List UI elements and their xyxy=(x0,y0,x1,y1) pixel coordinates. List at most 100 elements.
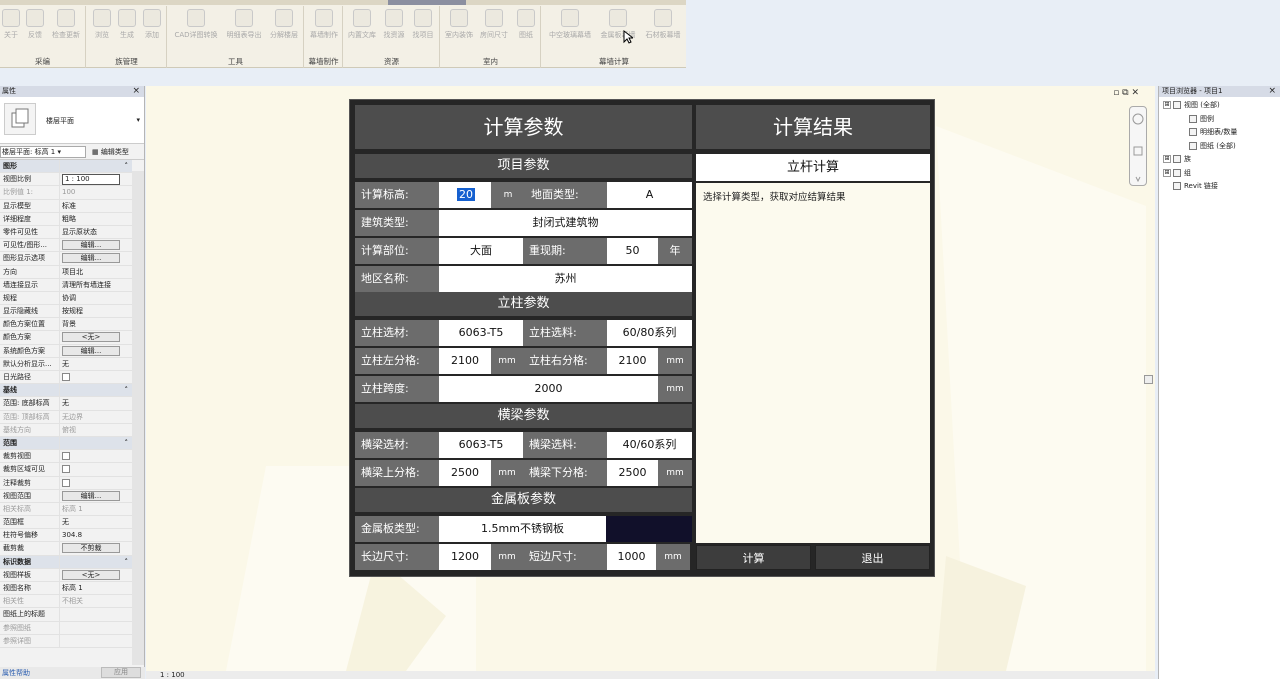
property-row[interactable]: 方向 项目北 xyxy=(0,265,132,279)
property-row[interactable]: 视图比例 1 : 100 xyxy=(0,173,132,187)
drawing-button[interactable]: 图纸 xyxy=(513,9,539,40)
return-period-input[interactable]: 50 xyxy=(607,238,658,264)
beam-series-input[interactable]: 40/60系列 xyxy=(607,432,692,458)
property-row[interactable]: 日光路径 xyxy=(0,371,132,385)
calc-elevation-input[interactable]: 20 xyxy=(439,182,491,208)
calc-part-input[interactable]: 大面 xyxy=(439,238,523,264)
hollow-glass-curtain-button[interactable]: 中空玻璃幕墙 xyxy=(545,9,595,40)
region-name-input[interactable]: 苏州 xyxy=(439,266,692,292)
property-section-header[interactable]: 基线 ˄ xyxy=(0,384,132,398)
property-row[interactable]: 详细程度 粗略 xyxy=(0,212,132,226)
property-checkbox[interactable] xyxy=(62,478,70,487)
add-button[interactable]: 添加 xyxy=(140,9,164,40)
property-row[interactable]: 视图样板 <无> xyxy=(0,568,132,582)
generate-button[interactable]: 生成 xyxy=(115,9,139,40)
exit-button[interactable]: 退出 xyxy=(815,545,930,570)
property-row[interactable]: 默认分析显示... 无 xyxy=(0,357,132,371)
property-edit-button[interactable]: 编辑... xyxy=(62,253,120,264)
expand-icon[interactable]: ⊞ xyxy=(1163,168,1171,177)
property-row[interactable]: 裁剪视图 xyxy=(0,450,132,464)
property-edit-button[interactable]: <无> xyxy=(62,569,120,580)
view-window-controls[interactable]: ▫ ⧉ ✕ xyxy=(1113,88,1139,98)
property-row[interactable]: 注释裁剪 xyxy=(0,476,132,490)
browser-tree-item[interactable]: ⊞ 组 xyxy=(1159,167,1280,181)
property-row[interactable]: 参照详图 xyxy=(0,634,132,648)
collapse-icon[interactable]: ˄ xyxy=(125,384,129,396)
property-row[interactable]: 柱符号偏移 304.8 xyxy=(0,529,132,543)
calc-type-select[interactable]: 立杆计算 xyxy=(696,154,930,181)
browser-tree-item[interactable]: 明细表/数量 xyxy=(1159,126,1280,140)
property-row[interactable]: 范围: 底部标高无 xyxy=(0,397,132,411)
property-row[interactable]: 基线方向 俯视 xyxy=(0,423,132,437)
browser-tree-item[interactable]: Revit 链接 xyxy=(1159,180,1280,194)
terrain-type-input[interactable]: A xyxy=(607,182,692,208)
short-side-input[interactable]: 1000 xyxy=(607,544,656,570)
property-row[interactable]: 可见性/图形... 编辑... xyxy=(0,239,132,253)
property-section-header[interactable]: 范围 ˄ xyxy=(0,436,132,451)
property-row[interactable]: 墙连接显示 清理所有墙连接 xyxy=(0,278,132,292)
builtin-library-button[interactable]: 内置文库 xyxy=(345,9,379,40)
property-row[interactable]: 视图名称 标高 1 xyxy=(0,582,132,596)
find-project-button[interactable]: 找项目 xyxy=(409,9,437,40)
property-section-header[interactable]: 图形 ˄ xyxy=(0,160,132,174)
property-edit-button[interactable]: 编辑... xyxy=(62,490,120,501)
property-row[interactable]: 相关标高 标高 1 xyxy=(0,502,132,517)
type-selector[interactable]: 楼层平面 ▾ xyxy=(0,97,144,144)
property-row[interactable]: 图纸上的标题 xyxy=(0,608,132,622)
properties-help-link[interactable]: 属性帮助 xyxy=(2,669,30,677)
collapse-icon[interactable]: ˄ xyxy=(125,437,129,449)
property-row[interactable]: 比例值 1: 100 xyxy=(0,186,132,200)
active-ribbon-tab[interactable] xyxy=(388,0,466,5)
property-checkbox[interactable] xyxy=(62,452,70,461)
property-row[interactable]: 规程 协调 xyxy=(0,291,132,306)
interior-decor-button[interactable]: 室内装饰 xyxy=(442,9,476,40)
properties-scrollbar[interactable] xyxy=(132,171,144,665)
property-row[interactable]: 图形显示选项 编辑... xyxy=(0,252,132,266)
column-series-input[interactable]: 60/80系列 xyxy=(607,320,692,346)
beam-material-input[interactable]: 6063-T5 xyxy=(439,432,523,458)
room-size-button[interactable]: 房间尺寸 xyxy=(477,9,511,40)
browser-tree-item[interactable]: 图纸 (全部) xyxy=(1159,140,1280,154)
building-type-input[interactable]: 封闭式建筑物 xyxy=(439,210,692,236)
long-side-input[interactable]: 1200 xyxy=(439,544,491,570)
browser-tree-item[interactable]: 图例 xyxy=(1159,113,1280,127)
property-row[interactable]: 系统颜色方案 编辑... xyxy=(0,344,132,358)
edit-type-button[interactable]: ▦ 编辑类型 xyxy=(92,144,129,160)
collapse-icon[interactable]: ˄ xyxy=(125,160,129,172)
property-row[interactable]: 相关性 不相关 xyxy=(0,595,132,609)
beam-lower-grid-input[interactable]: 2500 xyxy=(607,460,658,486)
browse-button[interactable]: 浏览 xyxy=(90,9,114,40)
property-edit-button[interactable]: <无> xyxy=(62,332,120,343)
property-edit-button[interactable]: 编辑... xyxy=(62,345,120,356)
expand-icon[interactable]: ⊞ xyxy=(1163,101,1171,109)
column-span-input[interactable]: 2000 xyxy=(439,376,658,402)
view-scale[interactable]: 1 : 100 xyxy=(160,671,185,679)
find-resource-button[interactable]: 找资源 xyxy=(380,9,408,40)
property-row[interactable]: 显示模型 标准 xyxy=(0,199,132,213)
property-section-header[interactable]: 标识数据 ˄ xyxy=(0,555,132,569)
navigation-bar[interactable] xyxy=(1129,106,1147,186)
canvas-scrollbar-thumb[interactable] xyxy=(1144,375,1153,384)
instance-dropdown[interactable]: 楼层平面: 标高 1 ▾ xyxy=(0,146,86,158)
browser-tree-item[interactable]: ⊞ 族 xyxy=(1159,153,1280,167)
property-row[interactable]: 视图范围 编辑... xyxy=(0,489,132,503)
cad-convert-button[interactable]: CAD详图转换 xyxy=(170,9,222,40)
property-input[interactable]: 1 : 100 xyxy=(62,174,120,186)
check-update-button[interactable]: 检查更新 xyxy=(48,9,84,40)
property-row[interactable]: 零件可见性 显示原状态 xyxy=(0,225,132,240)
beam-upper-grid-input[interactable]: 2500 xyxy=(439,460,491,486)
property-row[interactable]: 参照图纸 xyxy=(0,621,132,635)
chevron-down-icon[interactable]: ▾ xyxy=(136,116,140,124)
schedule-export-button[interactable]: 明细表导出 xyxy=(223,9,265,40)
property-row[interactable]: 范围框无 xyxy=(0,516,132,530)
collapse-icon[interactable]: ˄ xyxy=(125,556,129,568)
property-row[interactable]: 裁剪区域可见 xyxy=(0,463,132,477)
curtain-make-button[interactable]: 幕墙制作 xyxy=(307,9,341,40)
expand-icon[interactable]: ⊞ xyxy=(1163,155,1171,163)
apply-button[interactable]: 应用 xyxy=(101,667,141,678)
property-row[interactable]: 颜色方案位置 背景 xyxy=(0,318,132,332)
close-icon[interactable]: × xyxy=(1268,86,1276,97)
calculate-button[interactable]: 计算 xyxy=(696,545,811,570)
column-right-grid-input[interactable]: 2100 xyxy=(607,348,658,374)
column-left-grid-input[interactable]: 2100 xyxy=(439,348,491,374)
